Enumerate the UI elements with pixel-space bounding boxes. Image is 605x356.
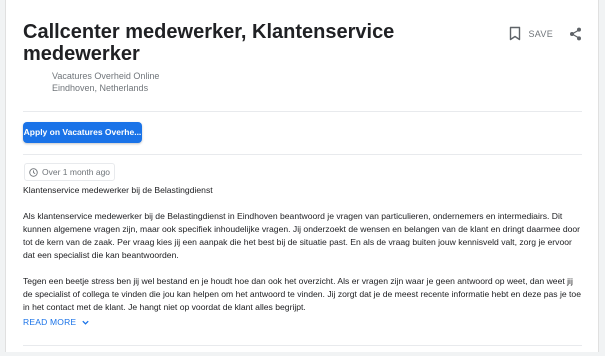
company-info: Vacatures Overheid Online Eindhoven, Net… <box>52 70 159 94</box>
save-button[interactable]: SAVE <box>508 26 553 41</box>
share-button[interactable] <box>569 27 582 41</box>
divider <box>23 154 582 155</box>
job-location: Eindhoven, Netherlands <box>52 83 149 93</box>
apply-button[interactable]: Apply on Vacatures Overhe... <box>23 122 142 143</box>
divider <box>23 111 582 112</box>
description-paragraph: Klantenservice medewerker bij de Belasti… <box>23 185 213 195</box>
share-icon <box>570 27 581 40</box>
description-paragraph: Tegen een beetje stress ben jij wel best… <box>23 276 581 312</box>
posted-date: Over 1 month ago <box>42 167 111 177</box>
job-description: Klantenservice medewerker bij de Belasti… <box>23 184 581 327</box>
divider <box>23 345 582 346</box>
posted-date-chip: Over 1 month ago <box>24 163 116 181</box>
job-title: Callcenter medewerker, Klantenservice me… <box>23 21 395 65</box>
clock-icon <box>29 167 38 177</box>
job-detail-card: Callcenter medewerker, Klantenservice me… <box>5 0 599 352</box>
description-paragraph: Als klantenservice medewerker bij de Bel… <box>23 211 581 260</box>
read-more-button[interactable]: READ MORE <box>23 317 90 327</box>
company-name: Vacatures Overheid Online <box>52 71 160 81</box>
job-actions: SAVE <box>508 26 582 41</box>
chevron-down-icon <box>82 320 89 325</box>
company-logo <box>26 69 48 91</box>
save-label: SAVE <box>528 28 553 39</box>
read-more-label: READ MORE <box>23 317 77 327</box>
bookmark-icon <box>510 26 521 41</box>
